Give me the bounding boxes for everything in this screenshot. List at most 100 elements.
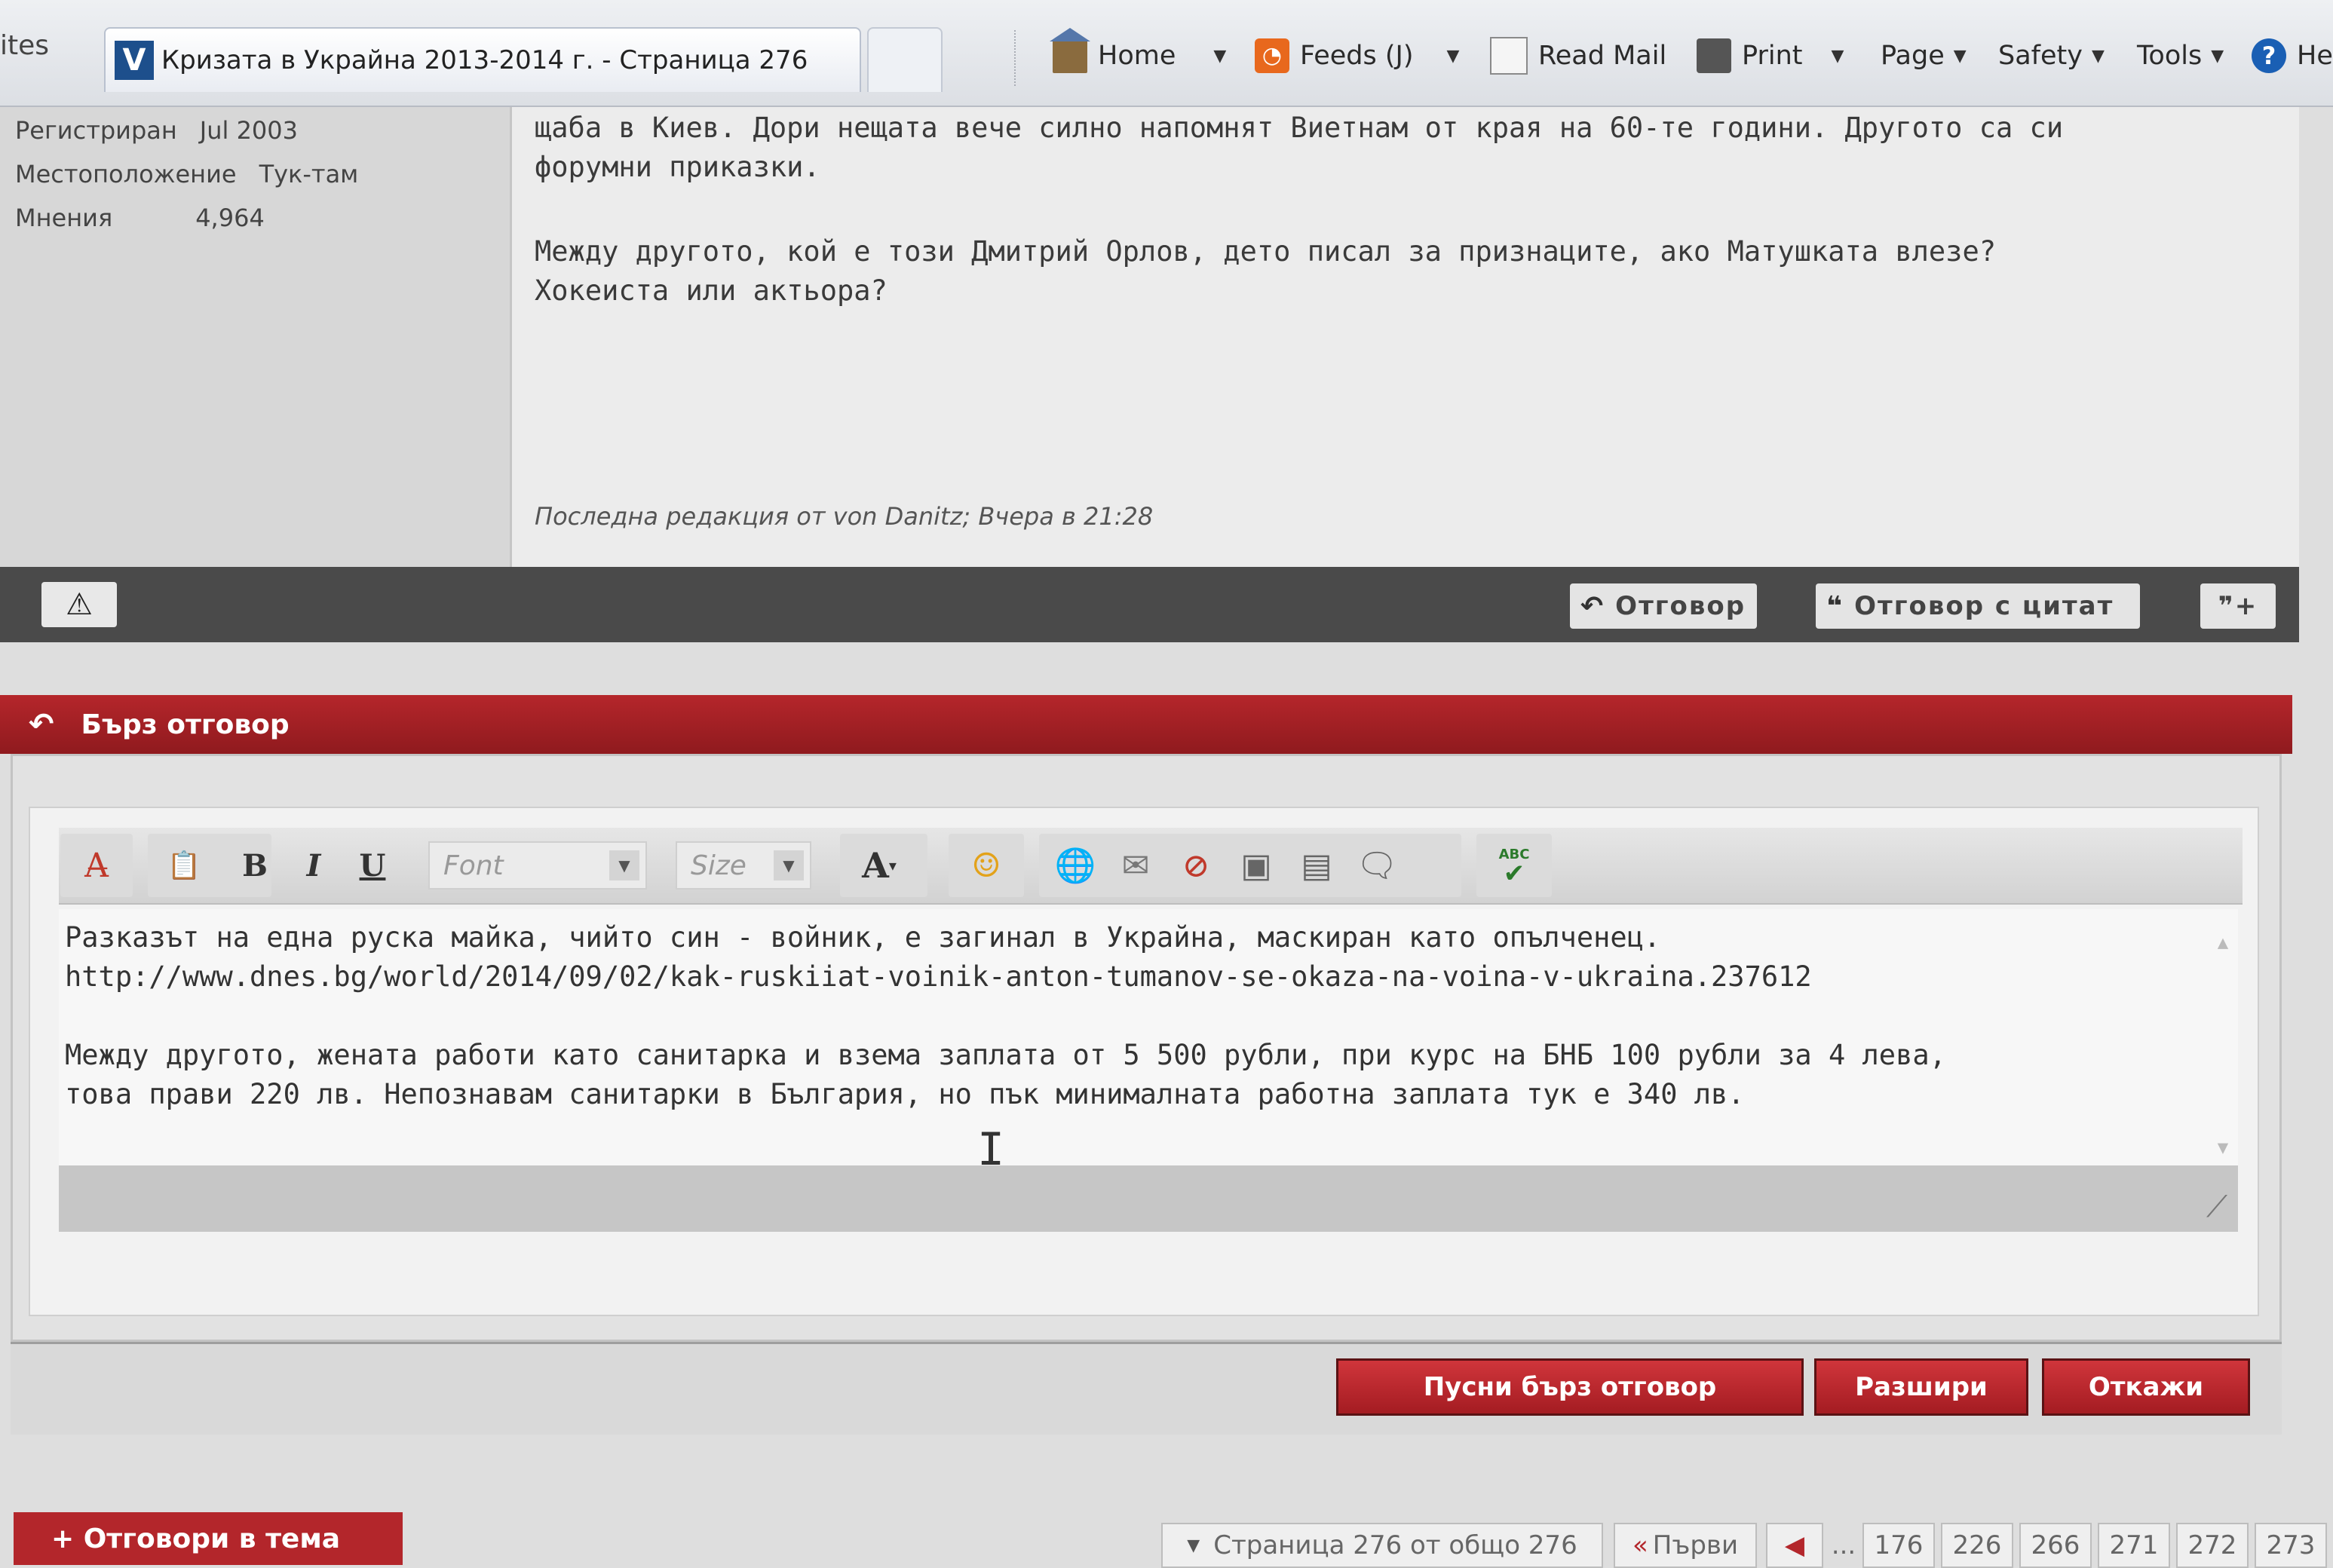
previous-page-button[interactable]: ◀ [1766,1523,1823,1568]
toolbar-separator [1014,30,1017,86]
post-action-bar: ⚠ ↶ Отговор ❝ Отговор с цитат ❞+ [0,567,2299,642]
tools-dropdown-icon: ▼ [2211,46,2224,66]
first-page-button[interactable]: « Първи [1614,1523,1757,1568]
cancel-button[interactable]: Откажи [2042,1358,2250,1416]
feeds-label: Feeds (J) [1300,41,1414,71]
scroll-up-icon[interactable]: ▲ [2208,923,2238,953]
first-page-icon: « [1632,1530,1648,1560]
scroll-down-icon[interactable]: ▼ [2208,1128,2238,1158]
safety-menu[interactable]: Safety ▼ [1998,33,2105,78]
home-button[interactable]: Home ▼ [1050,28,1226,78]
page-dropdown-icon: ▼ [1953,46,1967,66]
reply-button[interactable]: ↶ Отговор [1570,583,1757,629]
editor-text-line: Между другото, жената работи като санита… [65,1039,1946,1071]
smiley-icon[interactable]: ☺ [959,838,1013,893]
help-icon: ? [2252,38,2286,73]
page-link[interactable]: 266 [2019,1523,2092,1568]
meta-label: Мнения [15,204,113,232]
font-select-label: Font [443,850,504,881]
home-dropdown-icon[interactable]: ▼ [1213,47,1226,66]
page-link[interactable]: 273 [2255,1523,2327,1568]
home-icon [1050,28,1090,73]
font-select[interactable]: Font ▼ [428,841,647,890]
insert-link-icon[interactable]: 🌐 [1048,838,1102,893]
post-content: щаба в Киев. Дори нещата вече силно напо… [512,107,2299,567]
remove-link-icon[interactable]: ⊘ [1169,838,1223,893]
tools-menu-label: Tools [2137,41,2203,71]
post-text-line: щаба в Киев. Дори нещата вече силно напо… [535,112,2064,144]
meta-registered: Регистриран Jul 2003 [15,116,298,145]
post-text-line: форумни приказки. [535,151,820,183]
new-tab-button[interactable] [867,27,943,92]
home-label: Home [1098,41,1176,71]
go-advanced-button[interactable]: Разшири [1814,1358,2028,1416]
help-menu[interactable]: ? He [2252,33,2333,78]
safety-menu-label: Safety [1998,41,2083,71]
tools-menu[interactable]: Tools ▼ [2137,33,2224,78]
editor-text-line: http://www.dnes.bg/world/2014/09/02/kak-… [65,960,1812,993]
size-select-label: Size [691,850,746,881]
print-button[interactable]: Print ▼ [1697,33,1844,78]
tab-title: Кризата в Украйна 2013-2014 г. - Страниц… [161,45,808,75]
resize-grip-icon[interactable]: ⟋ [2206,1190,2227,1224]
paste-icon[interactable]: 📋 [157,838,211,893]
meta-posts: Мнения 4,964 [15,204,265,232]
page-link[interactable]: 226 [1941,1523,2013,1568]
meta-value: 4,964 [195,204,265,232]
read-mail-button[interactable]: Read Mail [1490,33,1666,78]
quick-reply-title: Бърз отговор [81,709,290,740]
feeds-dropdown-icon[interactable]: ▼ [1447,47,1460,66]
insert-image-icon[interactable]: ▣ [1229,838,1283,893]
page-menu[interactable]: Page ▼ [1881,33,1967,78]
editor-status-bar: ⟋ [59,1165,2238,1232]
page-menu-label: Page [1881,41,1945,71]
quick-reply-arrow-icon: ↶ [29,707,54,742]
last-edited-note: Последна редакция от von Danitz; Вчера в… [535,502,1154,531]
favorites-label[interactable]: ites [0,30,49,61]
page-info-label: Страница 276 от общо 276 [1213,1530,1577,1560]
editor-toolbar: A̶ 📋 B I U Font ▼ Size ▼ A ▾ ☺ 🌐 ✉ ⊘ ▣ ▤ … [59,828,2243,905]
feeds-button[interactable]: ◔ Feeds (J) ▼ [1255,33,1459,78]
italic-button[interactable]: I [287,838,341,893]
quick-reply-textarea[interactable]: Разказът на една руска майка, чийто син … [59,909,2238,1165]
check-mark-icon: ✔ [1503,858,1525,889]
warning-icon: ⚠ [66,587,93,622]
post-text-line: Хокеиста или актьора? [535,274,888,307]
insert-quote-icon[interactable]: 🗨 [1350,838,1404,893]
report-post-button[interactable]: ⚠ [41,582,117,627]
text-cursor-icon: I [977,1123,1005,1176]
page-link[interactable]: 176 [1862,1523,1935,1568]
print-label: Print [1742,41,1803,71]
spellcheck-button[interactable]: ABC ✔ [1487,838,1541,893]
meta-label: Местоположение [15,160,237,188]
insert-email-icon[interactable]: ✉ [1108,838,1163,893]
remove-format-icon[interactable]: A̶ [69,838,124,893]
safety-dropdown-icon: ▼ [2091,46,2105,66]
text-color-caret-icon: ▾ [888,856,897,874]
site-favicon-icon: V [115,41,154,80]
font-dropdown-icon: ▼ [609,850,639,880]
post-text-line: Между другото, кой е този Дмитрий Орлов,… [535,235,1997,268]
page-link[interactable]: 272 [2176,1523,2249,1568]
underline-button[interactable]: U [345,838,400,893]
page-jump-dropdown-icon: ▼ [1187,1536,1200,1555]
editor-text-line: това прави 220 лв. Непознавам санитарки … [65,1078,1745,1110]
text-color-button[interactable]: A ▾ [852,838,906,893]
rss-feed-icon: ◔ [1255,38,1289,73]
post-quick-reply-button[interactable]: Пусни бърз отговор [1336,1358,1804,1416]
size-dropdown-icon: ▼ [774,850,804,880]
multi-quote-icon: ❞+ [2218,591,2258,621]
page-link[interactable]: 271 [2098,1523,2170,1568]
first-page-label: Първи [1652,1530,1739,1560]
reply-with-quote-button[interactable]: ❝ Отговор с цитат [1816,583,2140,629]
bold-button[interactable]: B [228,838,282,893]
size-select[interactable]: Size ▼ [676,841,811,890]
multi-quote-button[interactable]: ❞+ [2200,583,2276,629]
reply-with-quote-label: Отговор с цитат [1854,591,2114,621]
browser-tab-active[interactable]: V Кризата в Украйна 2013-2014 г. - Стран… [104,27,861,92]
text-color-label: A [862,845,889,886]
pagination-info[interactable]: ▼ Страница 276 от общо 276 [1161,1523,1603,1568]
insert-video-icon[interactable]: ▤ [1289,838,1344,893]
reply-to-thread-button[interactable]: + Отговори в тема [14,1512,403,1565]
print-dropdown-icon[interactable]: ▼ [1832,47,1844,66]
